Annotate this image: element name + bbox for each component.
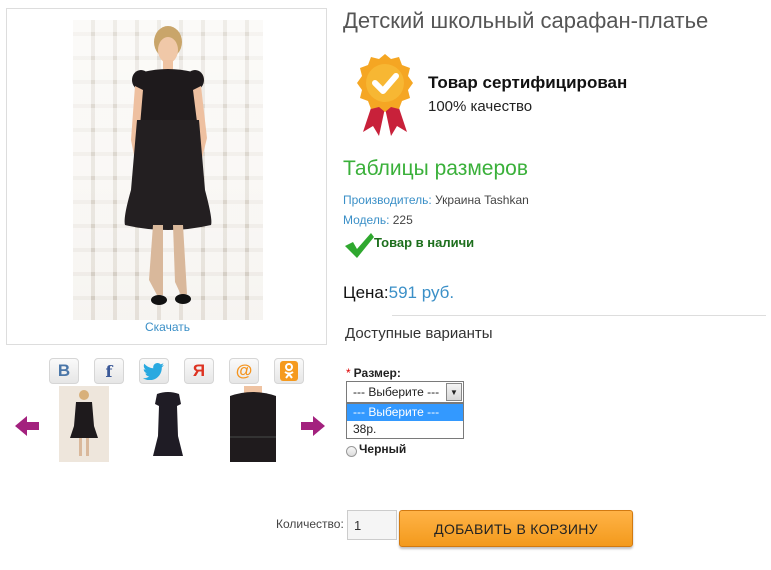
certified-title: Товар сертифицирован <box>428 73 628 92</box>
size-option[interactable]: 38р. <box>347 421 463 438</box>
next-arrow-icon[interactable] <box>300 414 326 438</box>
chevron-down-icon[interactable]: ▼ <box>446 383 462 401</box>
mailru-icon[interactable]: @ <box>229 358 259 384</box>
color-radio[interactable] <box>346 446 357 457</box>
ok-icon[interactable] <box>274 358 304 384</box>
manufacturer-row: Производитель: Украина Tashkan <box>343 193 529 207</box>
quantity-input[interactable] <box>347 510 397 540</box>
size-select[interactable]: --- Выберите --- ▼ <box>346 381 464 403</box>
size-table-link[interactable]: Таблицы размеров <box>343 157 528 181</box>
stock-status: Товар в наличи <box>374 235 475 250</box>
price-label: Цена: <box>343 283 389 302</box>
checkmark-icon <box>343 231 375 264</box>
divider <box>392 315 766 316</box>
certified-subtitle: 100% качество <box>428 98 533 115</box>
thumbnail-3[interactable] <box>228 386 278 462</box>
thumbnail-1[interactable] <box>59 386 109 462</box>
required-mark: * <box>346 366 351 380</box>
model-row: Модель: 225 <box>343 213 413 227</box>
manufacturer-value: Украина Tashkan <box>431 193 529 207</box>
size-option[interactable]: --- Выберите --- <box>347 404 463 421</box>
price: Цена:591 руб. <box>343 283 454 303</box>
thumbnail-2[interactable] <box>143 386 193 462</box>
product-main-image[interactable] <box>73 20 263 320</box>
size-dropdown-list: --- Выберите --- 38р. <box>346 403 464 439</box>
facebook-icon[interactable]: f <box>94 358 124 384</box>
twitter-icon[interactable] <box>139 358 169 384</box>
variants-heading: Доступные варианты <box>345 325 493 342</box>
model-label: Модель: <box>343 213 390 227</box>
color-option-label: Черный <box>359 442 407 456</box>
vk-icon[interactable]: В <box>49 358 79 384</box>
size-select-value: --- Выберите --- <box>353 385 440 399</box>
model-value: 225 <box>389 213 413 227</box>
manufacturer-label[interactable]: Производитель: <box>343 193 432 207</box>
quantity-label: Количество: <box>276 517 344 531</box>
download-link[interactable]: Скачать <box>7 320 328 334</box>
odnoklassniki-alt-icon[interactable]: Я <box>184 358 214 384</box>
product-title: Детский школьный сарафан-платье <box>343 8 709 33</box>
add-to-cart-button[interactable]: ДОБАВИТЬ В КОРЗИНУ <box>399 510 633 547</box>
prev-arrow-icon[interactable] <box>14 414 40 438</box>
certified-badge-icon <box>353 52 417 138</box>
size-label: * Размер: <box>346 366 401 380</box>
main-image-frame: Скачать <box>6 8 327 345</box>
price-value: 591 руб. <box>388 283 455 302</box>
